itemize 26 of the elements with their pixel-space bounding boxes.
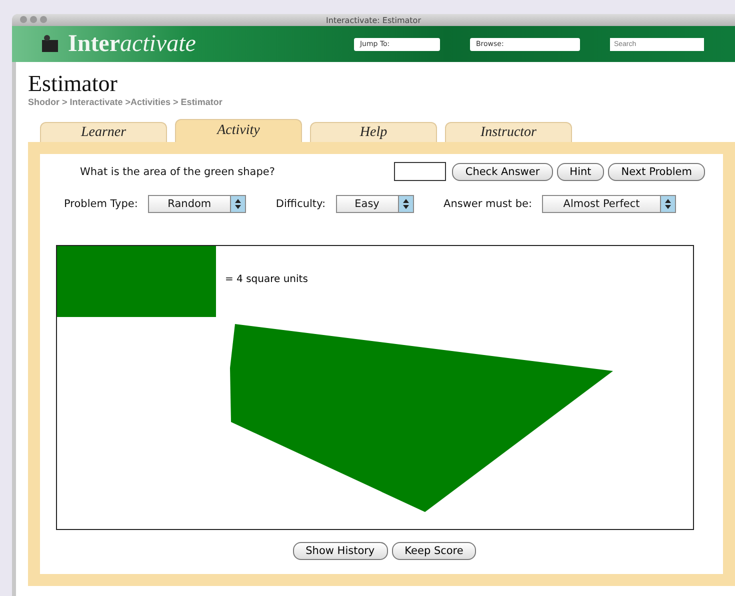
page-title: Estimator [28, 72, 118, 96]
question-text: What is the area of the green shape? [80, 166, 276, 178]
option-dropdown[interactable]: Random [148, 195, 246, 213]
unit-label: = 4 square units [225, 274, 308, 285]
tab[interactable]: Learner [40, 122, 167, 142]
action-button[interactable]: Show History [292, 542, 388, 560]
action-button[interactable]: Hint [556, 162, 604, 180]
breadcrumb: Shodor > Interactivate >Activities > Estimator [28, 97, 224, 107]
site-logo[interactable]: Interactivate [68, 30, 196, 58]
option-dropdown[interactable]: Easy [336, 195, 414, 213]
option-label: Problem Type: [64, 198, 138, 210]
stepper-icon [230, 196, 245, 212]
option-label: Difficulty: [276, 198, 326, 210]
tab[interactable]: Help [310, 122, 437, 142]
tab[interactable]: Activity [175, 119, 302, 142]
option-label: Answer must be: [444, 198, 532, 210]
stepper-icon [660, 196, 676, 212]
window-title: Interactivate: Estimator [326, 16, 421, 24]
logo-icon [40, 34, 60, 54]
action-button[interactable]: Next Problem [608, 162, 705, 180]
stepper-icon [398, 196, 413, 212]
action-button[interactable]: Check Answer [452, 162, 553, 180]
action-button[interactable]: Keep Score [392, 542, 476, 560]
tab[interactable]: Instructor [445, 122, 572, 142]
option-dropdown[interactable]: Almost Perfect [542, 195, 676, 213]
answer-field[interactable] [394, 162, 446, 181]
